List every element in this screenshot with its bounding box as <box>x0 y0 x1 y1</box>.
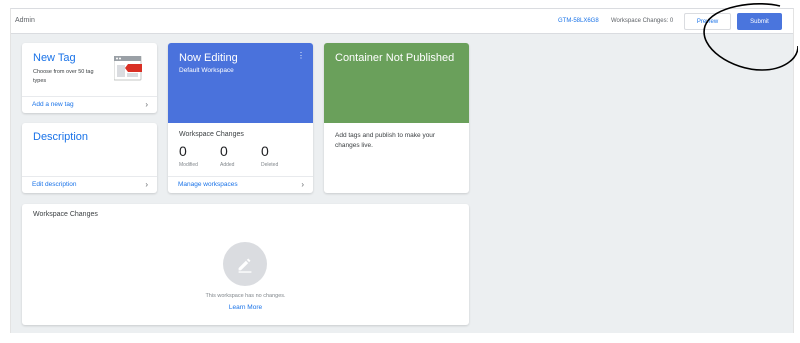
added-count: 0 <box>220 143 228 159</box>
not-published-title: Container Not Published <box>335 52 455 64</box>
workspace-changes-label: Workspace Changes <box>179 131 244 138</box>
description-title: Description <box>33 131 89 143</box>
chevron-right-icon: › <box>301 180 304 189</box>
manage-workspaces-label: Manage workspaces <box>178 181 238 188</box>
not-published-message: Add tags and publish to make your change… <box>335 132 436 149</box>
chevron-right-icon: › <box>145 100 148 109</box>
container-not-published-card: Container Not Published Add tags and pub… <box>324 43 469 193</box>
edit-description-label: Edit description <box>32 181 77 188</box>
now-editing-header: Now Editing Default Workspace ⋮ <box>168 43 313 123</box>
new-tag-title: New Tag <box>33 52 76 64</box>
modified-count: 0 <box>179 143 187 159</box>
not-published-header: Container Not Published <box>324 43 469 123</box>
deleted-label: Deleted <box>261 162 279 168</box>
workspace-changes-card-title: Workspace Changes <box>33 211 98 218</box>
add-new-tag-label: Add a new tag <box>32 101 74 108</box>
no-changes-message: This workspace has no changes. <box>205 293 286 299</box>
workspace-changes-count: Workspace Changes: 0 <box>611 18 674 24</box>
tag-illustration-icon <box>114 56 142 81</box>
page-section-label: Admin <box>15 17 35 24</box>
now-editing-title: Now Editing <box>179 52 238 64</box>
app-frame: Admin GTM-58LX6G8 Workspace Changes: 0 P… <box>10 8 794 333</box>
added-label: Added <box>220 162 235 168</box>
modified-label: Modified <box>179 162 198 168</box>
top-bar: Admin GTM-58LX6G8 Workspace Changes: 0 P… <box>11 9 793 34</box>
container-id-link[interactable]: GTM-58LX6G8 <box>558 18 599 24</box>
current-workspace-name: Default Workspace <box>179 67 234 74</box>
learn-more-link[interactable]: Learn More <box>22 304 469 311</box>
deleted-count: 0 <box>261 143 269 159</box>
add-new-tag-link[interactable]: Add a new tag › <box>22 96 157 113</box>
new-tag-subtitle: Choose from over 50 tag types <box>33 69 94 84</box>
more-options-icon[interactable]: ⋮ <box>297 51 305 60</box>
edit-description-link[interactable]: Edit description › <box>22 176 157 193</box>
pencil-icon <box>223 242 267 286</box>
workspace-changes-card: Workspace Changes This workspace has no … <box>22 204 469 325</box>
now-editing-card: Now Editing Default Workspace ⋮ Workspac… <box>168 43 313 193</box>
manage-workspaces-link[interactable]: Manage workspaces › <box>168 176 313 193</box>
new-tag-card[interactable]: New Tag Choose from over 50 tag types Ad… <box>22 43 157 113</box>
annotation-circle <box>703 3 798 71</box>
description-card[interactable]: Description Edit description › <box>22 123 157 193</box>
chevron-right-icon: › <box>145 180 148 189</box>
